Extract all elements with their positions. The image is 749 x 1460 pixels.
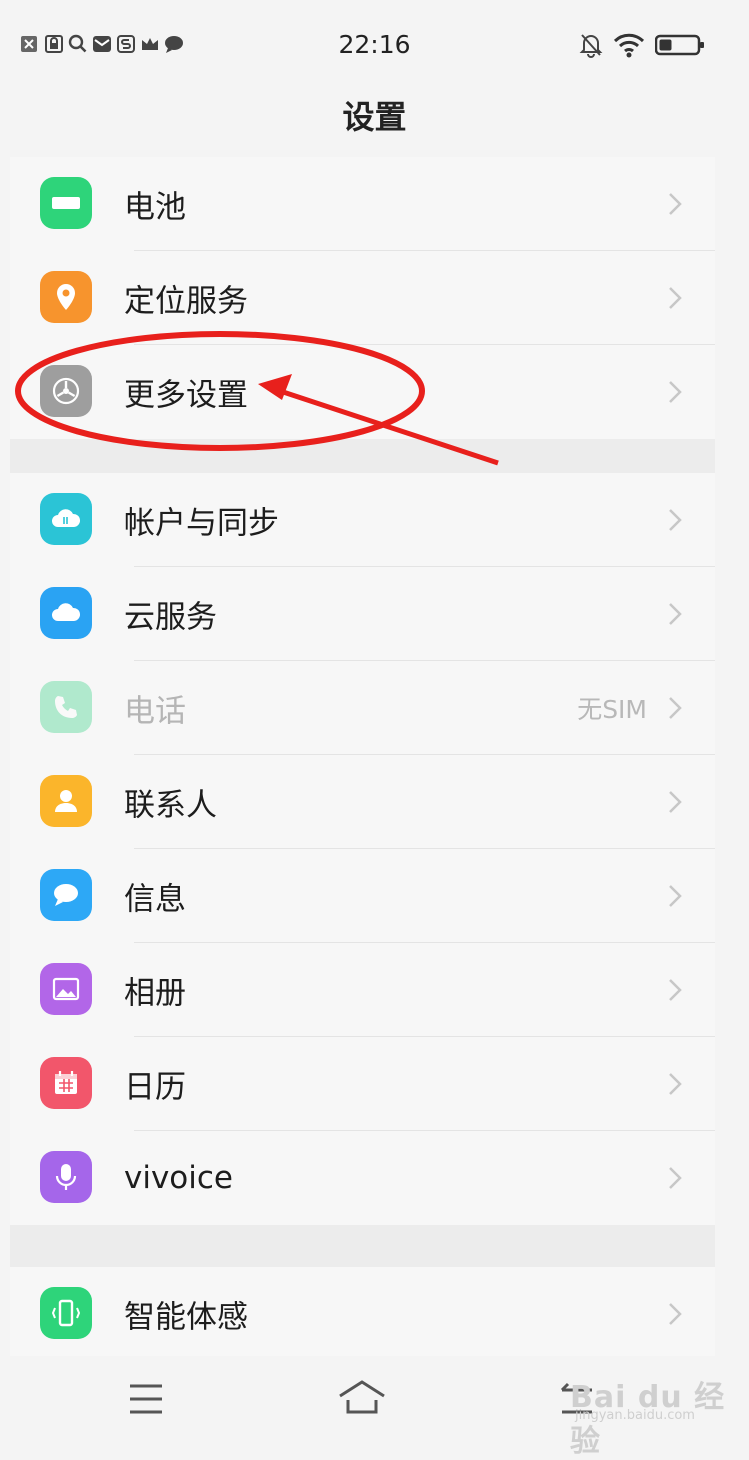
chevron-right-icon	[669, 697, 682, 719]
chevron-right-icon	[669, 1303, 682, 1325]
chevron-right-icon	[669, 979, 682, 1001]
wifi-icon	[613, 32, 645, 62]
settings-group-2: 帐户与同步 云服务 电话 无SIM 联系人 信息 相册 日历 vivoice	[10, 473, 715, 1225]
item-label: 云服务	[124, 599, 217, 636]
watermark-url: jingyan.baidu.com	[575, 1408, 695, 1423]
settings-item-battery[interactable]: 电池	[10, 157, 715, 251]
location-pin-icon	[40, 271, 92, 323]
photo-icon	[40, 963, 92, 1015]
phone-icon	[40, 681, 92, 733]
settings-item-contacts[interactable]: 联系人	[10, 755, 715, 849]
chevron-right-icon	[669, 791, 682, 813]
gear-icon	[40, 365, 92, 417]
microphone-icon	[40, 1151, 92, 1203]
mute-bell-icon	[579, 32, 603, 62]
battery-icon	[40, 177, 92, 229]
chevron-right-icon	[669, 1073, 682, 1095]
chevron-right-icon	[669, 603, 682, 625]
home-icon[interactable]	[332, 1374, 392, 1424]
chevron-right-icon	[669, 287, 682, 309]
page-title: 设置	[342, 98, 407, 136]
smart-motion-icon	[40, 1287, 92, 1339]
settings-item-vivoice[interactable]: vivoice	[10, 1131, 715, 1225]
section-gap	[10, 1225, 715, 1267]
settings-item-cloud-service[interactable]: 云服务	[10, 567, 715, 661]
chevron-right-icon	[669, 1167, 682, 1189]
settings-item-album[interactable]: 相册	[10, 943, 715, 1037]
settings-group-1: 电池 定位服务 更多设置	[10, 157, 715, 439]
settings-group-3: 智能体感	[10, 1267, 715, 1361]
settings-item-phone[interactable]: 电话 无SIM	[10, 661, 715, 755]
item-label: 更多设置	[124, 377, 248, 414]
settings-item-messages[interactable]: 信息	[10, 849, 715, 943]
item-label: 信息	[124, 881, 186, 918]
battery-icon	[654, 33, 705, 61]
status-bar: 22:16	[0, 0, 749, 92]
section-gap	[10, 439, 715, 473]
chevron-right-icon	[669, 381, 682, 403]
cloud-icon	[40, 587, 92, 639]
contact-icon	[40, 775, 92, 827]
cloud-sync-icon	[40, 493, 92, 545]
chevron-right-icon	[669, 509, 682, 531]
settings-item-location[interactable]: 定位服务	[10, 251, 715, 345]
item-label: 电话	[124, 693, 186, 730]
settings-item-smart-motion[interactable]: 智能体感	[10, 1267, 715, 1361]
system-icons	[579, 32, 705, 62]
item-label: 相册	[124, 975, 186, 1012]
item-label: 联系人	[124, 787, 217, 824]
item-label: vivoice	[124, 1160, 233, 1196]
settings-item-more-settings[interactable]: 更多设置	[10, 345, 715, 439]
item-label: 帐户与同步	[124, 505, 279, 542]
item-label: 定位服务	[124, 283, 248, 320]
chevron-right-icon	[669, 885, 682, 907]
sim-status: 无SIM	[577, 695, 647, 724]
chevron-right-icon	[669, 193, 682, 215]
item-label: 智能体感	[124, 1299, 248, 1336]
settings-item-account-sync[interactable]: 帐户与同步	[10, 473, 715, 567]
calendar-icon	[40, 1057, 92, 1109]
menu-icon[interactable]	[116, 1374, 176, 1424]
item-label: 日历	[124, 1069, 186, 1106]
settings-item-calendar[interactable]: 日历	[10, 1037, 715, 1131]
message-icon	[40, 869, 92, 921]
item-label: 电池	[124, 189, 186, 226]
